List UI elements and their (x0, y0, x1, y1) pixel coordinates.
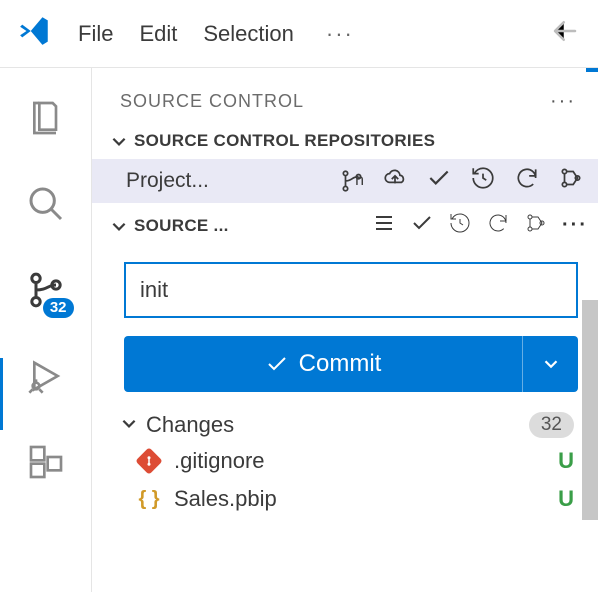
check-icon[interactable] (426, 165, 452, 197)
back-arrow-icon[interactable] (550, 16, 580, 51)
vscode-logo-icon (18, 14, 52, 53)
changed-file-row[interactable]: { } Sales.pbip U (92, 480, 598, 518)
changed-file-row[interactable]: .gitignore U (92, 442, 598, 480)
repositories-header[interactable]: SOURCE CONTROL REPOSITORIES (92, 123, 598, 159)
chevron-down-icon (120, 412, 138, 438)
branch-icon[interactable]: n (339, 168, 364, 194)
refresh-icon[interactable] (514, 165, 540, 197)
source-control-panel: SOURCE CONTROL ··· SOURCE CONTROL REPOSI… (92, 68, 598, 592)
file-status: U (558, 486, 574, 512)
view-tree-icon[interactable] (372, 211, 396, 240)
branch-label: n (355, 172, 364, 190)
history-icon[interactable] (470, 165, 496, 197)
activity-explorer[interactable] (24, 96, 68, 140)
panel-title: SOURCE CONTROL (120, 91, 304, 112)
check-icon[interactable] (410, 211, 434, 240)
menu-file[interactable]: File (78, 21, 113, 47)
panel-more-icon[interactable]: ··· (550, 90, 576, 113)
menu-edit[interactable]: Edit (139, 21, 177, 47)
activity-run-debug[interactable] (24, 354, 68, 398)
file-name: Sales.pbip (174, 486, 277, 512)
file-status: U (558, 448, 574, 474)
git-file-icon (136, 448, 162, 474)
graph-icon[interactable] (558, 165, 584, 197)
source-control-header[interactable]: SOURCE ... ··· (92, 203, 598, 248)
activity-source-control[interactable]: 32 (24, 268, 68, 312)
scm-badge: 32 (43, 298, 74, 318)
history-icon[interactable] (448, 211, 472, 240)
commit-button[interactable]: Commit (124, 336, 522, 392)
chevron-down-icon (110, 132, 128, 150)
braces-file-icon: { } (136, 486, 162, 512)
source-control-more-icon[interactable]: ··· (562, 214, 588, 237)
repository-name: Project... (126, 169, 209, 193)
graph-icon[interactable] (524, 211, 548, 240)
chevron-down-icon (110, 217, 128, 235)
source-control-header-label: SOURCE ... (134, 216, 229, 236)
refresh-icon[interactable] (486, 211, 510, 240)
scrollbar[interactable] (582, 300, 598, 520)
file-name: .gitignore (174, 448, 265, 474)
activity-extensions[interactable] (24, 440, 68, 484)
changes-header-label: Changes (146, 412, 234, 438)
menu-selection[interactable]: Selection (203, 21, 294, 47)
commit-dropdown-button[interactable] (522, 336, 578, 392)
menubar: File Edit Selection ··· (0, 0, 598, 68)
repositories-header-label: SOURCE CONTROL REPOSITORIES (134, 131, 435, 151)
repository-row[interactable]: Project... n (92, 159, 598, 203)
activity-search[interactable] (24, 182, 68, 226)
changes-count-badge: 32 (529, 412, 574, 438)
changes-header[interactable]: Changes 32 (92, 392, 598, 442)
activity-active-indicator (0, 358, 3, 430)
commit-button-label: Commit (299, 350, 382, 378)
cloud-sync-icon[interactable] (382, 165, 408, 197)
commit-message-input[interactable] (124, 262, 578, 318)
menu-overflow-icon[interactable]: ··· (326, 21, 354, 47)
activity-bar: 32 (0, 68, 92, 592)
